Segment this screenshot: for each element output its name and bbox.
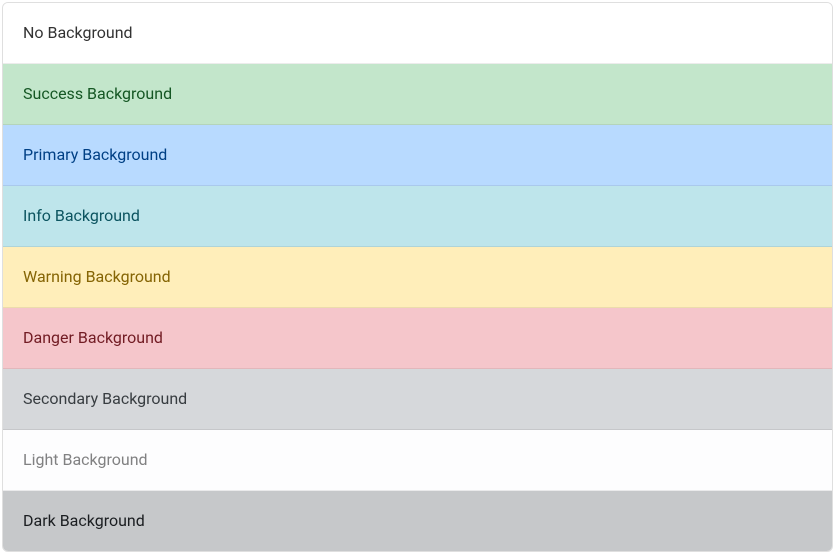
list-item-secondary-background[interactable]: Secondary Background [3,369,832,430]
list-item-info-background[interactable]: Info Background [3,186,832,247]
list-item-primary-background[interactable]: Primary Background [3,125,832,186]
list-item-dark-background[interactable]: Dark Background [3,491,832,551]
list-item-label: Warning Background [23,267,171,286]
list-item-label: No Background [23,23,133,42]
list-item-label: Secondary Background [23,389,187,408]
list-item-label: Primary Background [23,145,167,164]
list-item-success-background[interactable]: Success Background [3,64,832,125]
list-item-light-background[interactable]: Light Background [3,430,832,491]
list-item-label: Danger Background [23,328,163,347]
background-variant-list: No Background Success Background Primary… [2,2,833,552]
list-item-danger-background[interactable]: Danger Background [3,308,832,369]
list-item-label: Light Background [23,450,148,469]
list-item-warning-background[interactable]: Warning Background [3,247,832,308]
list-item-label: Dark Background [23,511,145,530]
list-item-no-background[interactable]: No Background [3,3,832,64]
list-item-label: Success Background [23,84,172,103]
list-item-label: Info Background [23,206,140,225]
